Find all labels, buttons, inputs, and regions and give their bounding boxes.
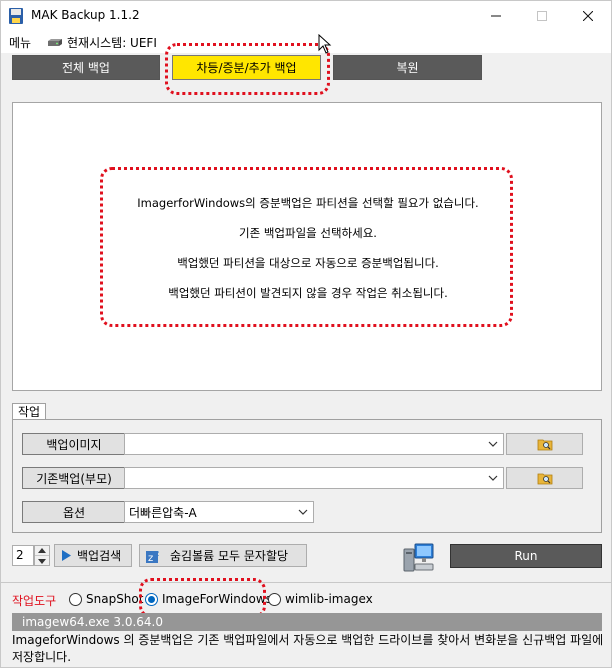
mouse-cursor-icon — [318, 34, 332, 54]
option-button[interactable]: 옵션 — [22, 501, 126, 523]
tool-label: 작업도구 — [12, 594, 57, 608]
drive-icon — [48, 38, 62, 46]
folder-search-icon — [537, 473, 552, 485]
radio-imageforwindows[interactable]: ImageForWindows — [145, 592, 272, 606]
radio-imageforwindows-circle[interactable] — [145, 592, 158, 606]
info-line-4: 백업했던 파티션이 발견되지 않을 경우 작업은 취소됩니다. — [168, 286, 448, 300]
parent-backup-button[interactable]: 기존백업(부모) — [22, 467, 126, 489]
chevron-down-icon — [488, 441, 498, 447]
menu-system-info[interactable]: 현재시스템: UEFI — [47, 34, 157, 51]
parent-backup-combo[interactable] — [124, 467, 504, 489]
window-title: MAK Backup 1.1.2 — [31, 8, 140, 22]
radio-wimlib-label: wimlib-imagex — [285, 592, 373, 606]
maximize-button[interactable] — [519, 1, 565, 31]
sleep-zz-icon: z z — [146, 549, 159, 564]
radio-snapshot-circle[interactable] — [69, 592, 82, 606]
app-window: MAK Backup 1.1.2 메뉴 현재시스템: UEFI 전체 백업 차등… — [0, 0, 612, 668]
caret-down-icon — [38, 558, 46, 564]
maximize-icon — [537, 11, 547, 21]
task-group-tab: 작업 — [12, 403, 46, 420]
play-icon — [62, 550, 71, 561]
backup-search-label: 백업검색 — [77, 549, 122, 563]
info-panel: ImagerforWindows의 증분백업은 파티션을 선택할 필요가 없습니… — [12, 102, 602, 391]
option-value: 더빠른압축-A — [129, 505, 197, 520]
svg-text:z: z — [155, 549, 159, 558]
backup-search-button[interactable]: 백업검색 — [54, 544, 132, 567]
title-bar: MAK Backup 1.1.2 — [1, 1, 611, 31]
backup-image-browse-button[interactable] — [506, 433, 583, 455]
separator-line — [1, 582, 611, 583]
svg-text:z: z — [148, 553, 153, 564]
app-disk-icon — [9, 8, 23, 24]
minimize-button[interactable] — [473, 1, 519, 31]
spin-down-button[interactable] — [35, 556, 49, 566]
close-icon — [583, 11, 593, 21]
radio-wimlib[interactable]: wimlib-imagex — [268, 592, 373, 606]
parent-backup-browse-button[interactable] — [506, 467, 583, 489]
chevron-down-icon — [488, 475, 498, 481]
backup-image-button[interactable]: 백업이미지 — [22, 433, 126, 455]
close-button[interactable] — [565, 1, 611, 31]
description-text: ImageforWindows 의 증분백업은 기존 백업파일에서 자동으로 백… — [12, 633, 604, 664]
run-button[interactable]: Run — [450, 544, 602, 568]
minimize-icon — [491, 15, 501, 17]
search-count-input[interactable]: 2 — [12, 545, 34, 566]
option-combo[interactable]: 더빠른압축-A — [124, 501, 314, 523]
info-line-1: ImagerforWindows의 증분백업은 파티션을 선택할 필요가 없습니… — [137, 196, 479, 210]
radio-imageforwindows-label: ImageForWindows — [162, 592, 272, 606]
radio-snapshot-label: SnapShot — [86, 592, 144, 606]
chevron-down-icon — [298, 509, 308, 515]
info-line-3: 백업했던 파티션을 대상으로 자동으로 증분백업됩니다. — [177, 256, 439, 270]
search-count-spinner — [34, 545, 50, 566]
info-line-2: 기존 백업파일을 선택하세요. — [239, 226, 377, 240]
menu-main[interactable]: 메뉴 — [9, 34, 31, 51]
computer-icon — [403, 543, 434, 572]
menu-bar: 메뉴 현재시스템: UEFI — [1, 31, 611, 53]
tab-restore[interactable]: 복원 — [333, 55, 482, 80]
version-bar: imagew64.exe 3.0.64.0 — [12, 613, 602, 631]
tab-incremental-backup[interactable]: 차등/증분/추가 백업 — [172, 55, 321, 80]
caret-up-icon — [38, 548, 46, 553]
assign-drive-letters-label: 숨김볼륨 모두 문자할당 — [170, 549, 289, 563]
tab-full-backup[interactable]: 전체 백업 — [12, 55, 160, 80]
radio-snapshot[interactable]: SnapShot — [69, 592, 143, 606]
radio-wimlib-circle[interactable] — [268, 592, 281, 606]
backup-image-combo[interactable] — [124, 433, 504, 455]
spin-up-button[interactable] — [35, 546, 49, 556]
system-info-label: 현재시스템: UEFI — [67, 36, 157, 50]
folder-search-icon — [537, 439, 552, 451]
assign-drive-letters-button[interactable]: z z 숨김볼륨 모두 문자할당 — [139, 544, 307, 567]
